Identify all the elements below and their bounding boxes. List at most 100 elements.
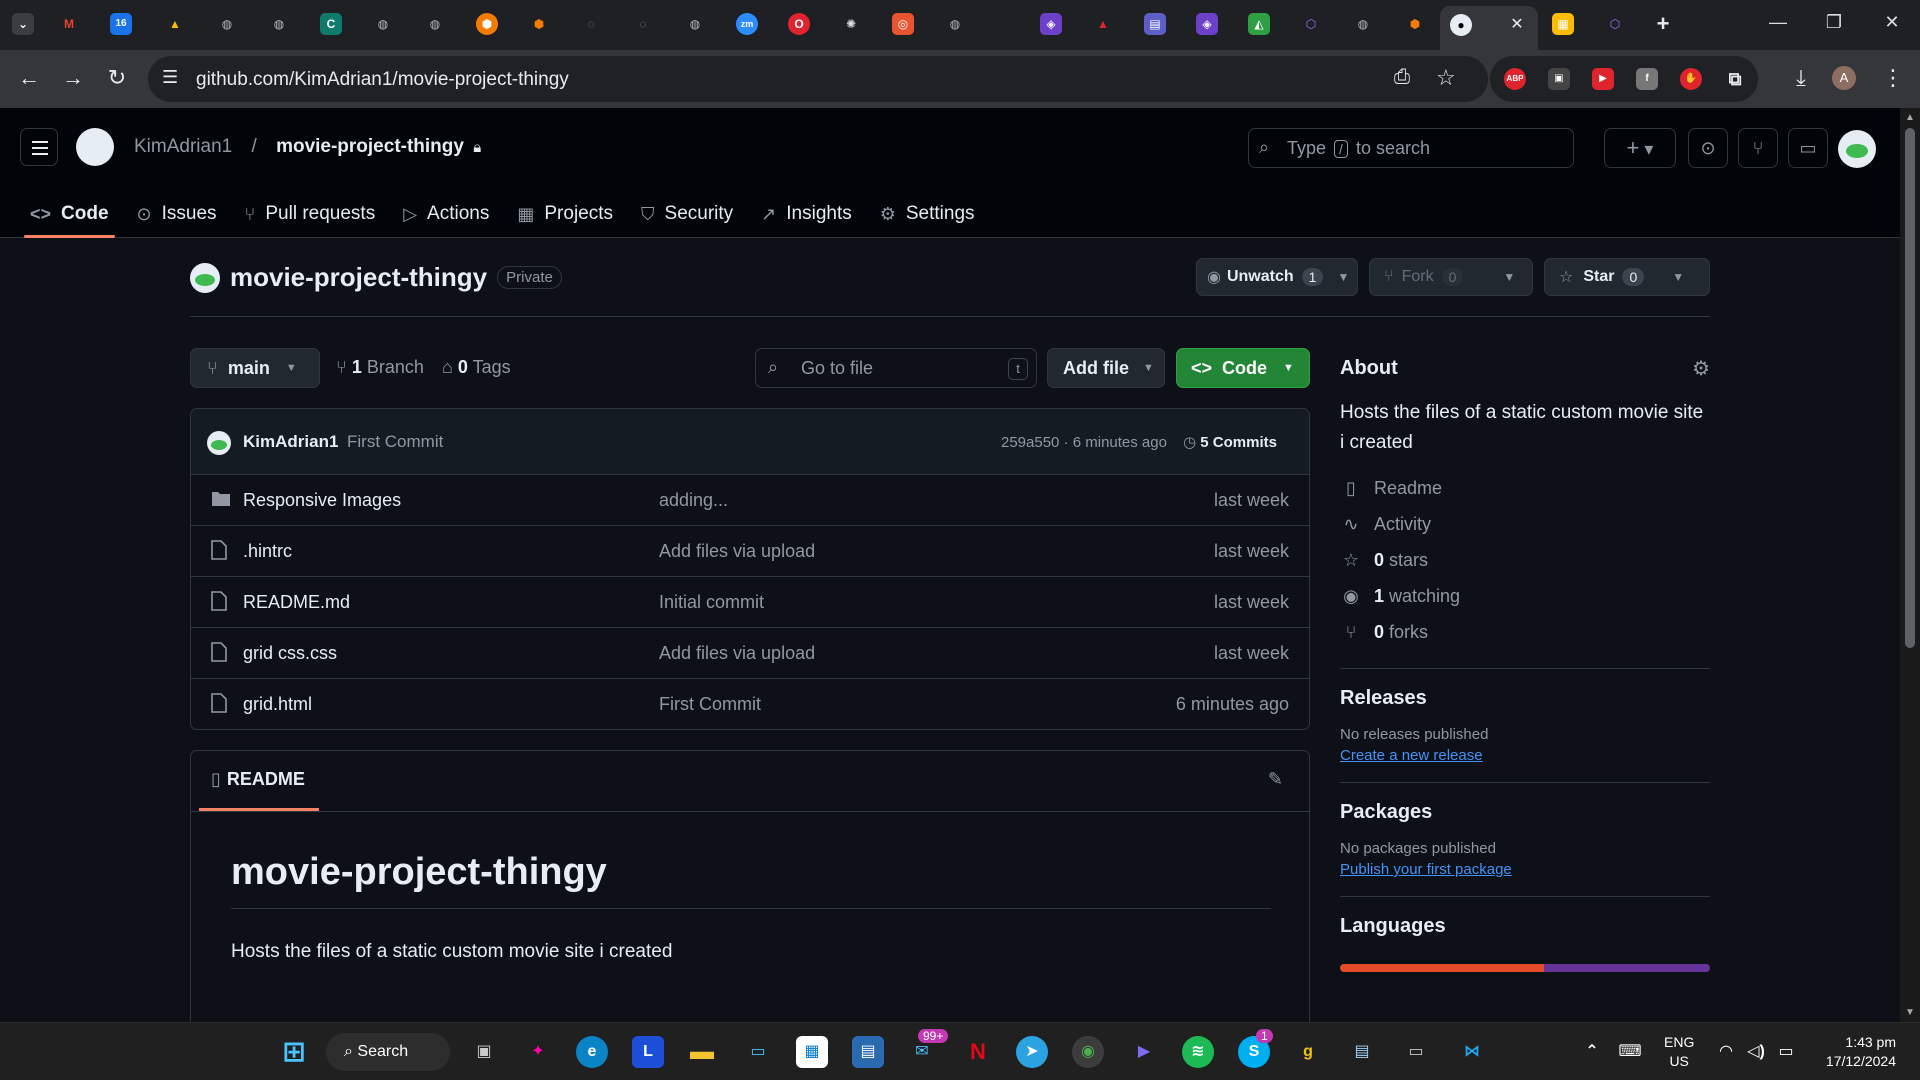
wifi-icon[interactable]: ◠ xyxy=(1710,1036,1742,1068)
tab-security[interactable]: ⛉ Security xyxy=(627,190,747,238)
globe-tab-icon[interactable]: ◍ xyxy=(424,13,446,35)
notepad-icon[interactable]: ▤ xyxy=(1346,1036,1378,1068)
forks-link[interactable]: ⑂ 0 forks xyxy=(1340,614,1710,650)
opera-tab-icon[interactable]: O xyxy=(788,13,810,35)
tab-insights[interactable]: ↗ Insights xyxy=(747,190,866,238)
git-icon[interactable]: g xyxy=(1292,1036,1324,1068)
create-new-button[interactable]: + ▾ xyxy=(1604,128,1676,168)
task-view-icon[interactable]: ▣ xyxy=(468,1036,500,1068)
drive-tab-icon[interactable]: ▲ xyxy=(164,13,186,35)
file-commit-message[interactable]: adding... xyxy=(659,490,728,511)
owner-link[interactable]: KimAdrian1 xyxy=(134,136,232,157)
gmail-tab-icon[interactable]: M xyxy=(58,13,80,35)
readme-link[interactable]: ▯ Readme xyxy=(1340,470,1710,506)
globe-tab-icon[interactable]: ◍ xyxy=(372,13,394,35)
tab-pull-requests[interactable]: ⑂ Pull requests xyxy=(231,190,390,238)
file-name[interactable]: .hintrc xyxy=(243,541,292,562)
author-avatar[interactable] xyxy=(207,431,231,455)
calendar-tab-icon[interactable]: 16 xyxy=(110,13,132,35)
file-name[interactable]: grid css.css xyxy=(243,643,337,664)
app-tab-icon[interactable]: ▲ xyxy=(1092,13,1114,35)
minimize-icon[interactable]: — xyxy=(1758,12,1798,33)
file-explorer-icon[interactable]: ▬ xyxy=(686,1036,718,1068)
battery-icon[interactable]: ▭ xyxy=(1770,1036,1802,1068)
extension-icon[interactable]: ▣ xyxy=(1548,68,1570,90)
app-icon[interactable]: ▤ xyxy=(852,1036,884,1068)
active-tab[interactable]: ● ✕ xyxy=(1440,6,1538,50)
file-commit-message[interactable]: Initial commit xyxy=(659,592,764,613)
extension-icon[interactable]: f xyxy=(1636,68,1658,90)
commit-author[interactable]: KimAdrian1 xyxy=(243,432,338,452)
file-name[interactable]: grid.html xyxy=(243,694,312,715)
show-hidden-icons[interactable]: ⌃ xyxy=(1576,1036,1608,1068)
hex-tab-icon[interactable]: ⬢ xyxy=(476,13,498,35)
tab-actions[interactable]: ▷ Actions xyxy=(389,190,503,238)
terminal-icon[interactable]: ▭ xyxy=(1400,1036,1432,1068)
language-indicator[interactable]: ENG US xyxy=(1664,1033,1694,1071)
back-icon[interactable]: ← xyxy=(14,65,44,91)
readme-tab[interactable]: ▯ README xyxy=(199,751,319,811)
taskbar-search[interactable]: ⌕ Search xyxy=(326,1033,450,1071)
code-button[interactable]: <> Code ▼ xyxy=(1176,348,1310,388)
download-icon[interactable]: ⤓ xyxy=(1786,65,1816,91)
site-info-icon[interactable]: ☰ xyxy=(162,67,178,88)
publish-package-link[interactable]: Publish your first package xyxy=(1340,861,1710,878)
tab-issues[interactable]: ⊙ Issues xyxy=(123,190,231,238)
app-tab-icon[interactable]: ◎ xyxy=(892,13,914,35)
globe-tab-icon[interactable]: ◍ xyxy=(216,13,238,35)
vscode-icon[interactable]: ⋈ xyxy=(1456,1036,1488,1068)
issues-icon[interactable]: ⊙ xyxy=(1688,128,1728,168)
file-row[interactable]: grid css.css Add files via upload last w… xyxy=(191,628,1309,679)
scroll-thumb[interactable] xyxy=(1905,128,1915,648)
app-tab-icon[interactable]: ▦ xyxy=(1552,13,1574,35)
chrome-icon[interactable]: ◉ xyxy=(1072,1036,1104,1068)
hamburger-menu-icon[interactable] xyxy=(20,128,58,166)
clock[interactable]: 1:43 pm 17/12/2024 xyxy=(1810,1033,1896,1071)
fork-button[interactable]: ⑂ Fork 0 ▼ xyxy=(1369,258,1533,296)
activity-link[interactable]: ∿ Activity xyxy=(1340,506,1710,542)
user-avatar[interactable] xyxy=(1838,130,1876,168)
scroll-up-icon[interactable]: ▲ xyxy=(1905,112,1915,123)
keyboard-icon[interactable]: ⌨ xyxy=(1614,1036,1646,1068)
inbox-icon[interactable]: ▭ xyxy=(1788,128,1828,168)
create-release-link[interactable]: Create a new release xyxy=(1340,747,1710,764)
telegram-icon[interactable]: ➤ xyxy=(1016,1036,1048,1068)
page-scrollbar[interactable]: ▲ ▼ xyxy=(1900,108,1920,1022)
bookmark-star-icon[interactable]: ☆ xyxy=(1436,65,1456,91)
tab-search-icon[interactable]: ⌄ xyxy=(12,13,34,35)
zoom-tab-icon[interactable]: zm xyxy=(736,13,758,35)
browser-menu-icon[interactable]: ⋮ xyxy=(1878,65,1908,91)
branches-link[interactable]: ⑂ 1 Branch xyxy=(336,357,424,378)
restore-icon[interactable]: ❐ xyxy=(1814,12,1854,33)
windows-start-icon[interactable]: ⊞ xyxy=(278,1036,310,1068)
install-icon[interactable]: ⎙ xyxy=(1394,66,1410,89)
extension-icon[interactable]: ▶ xyxy=(1592,68,1614,90)
unwatch-button[interactable]: ◉ Unwatch 1 ▼ xyxy=(1196,258,1358,296)
monitor-icon[interactable]: ▭ xyxy=(742,1036,774,1068)
stars-link[interactable]: ☆ 0 stars xyxy=(1340,542,1710,578)
repo-link[interactable]: movie-project-thingy xyxy=(276,136,464,157)
packages-title[interactable]: Packages xyxy=(1340,801,1710,824)
file-commit-message[interactable]: Add files via upload xyxy=(659,541,815,562)
volume-icon[interactable]: ◁) xyxy=(1740,1036,1772,1068)
loading-tab-icon[interactable]: ◌ xyxy=(580,13,602,35)
file-row[interactable]: Responsive Images adding... last week xyxy=(191,475,1309,526)
star-button[interactable]: ☆ Star 0 ▼ xyxy=(1544,258,1710,296)
profile-icon[interactable]: A xyxy=(1832,66,1856,90)
spotify-icon[interactable]: ≋ xyxy=(1182,1036,1214,1068)
file-row[interactable]: .hintrc Add files via upload last week xyxy=(191,526,1309,577)
tab-projects[interactable]: ▦ Projects xyxy=(503,190,627,238)
edit-pencil-icon[interactable]: ✎ xyxy=(1268,769,1283,790)
globe-tab-icon[interactable]: ◍ xyxy=(944,13,966,35)
forward-icon[interactable]: → xyxy=(58,65,88,91)
file-row[interactable]: README.md Initial commit last week xyxy=(191,577,1309,628)
cube-tab-icon[interactable]: ⬡ xyxy=(1604,13,1626,35)
close-tab-icon[interactable]: ✕ xyxy=(1506,14,1528,36)
tab-code[interactable]: <> Code xyxy=(16,190,123,238)
cube-tab-icon[interactable]: ⬡ xyxy=(1300,13,1322,35)
chatgpt-tab-icon[interactable]: ✺ xyxy=(840,13,862,35)
gear-icon[interactable]: ⚙ xyxy=(1692,356,1710,381)
file-commit-message[interactable]: Add files via upload xyxy=(659,643,815,664)
go-to-file-input[interactable]: ⌕ Go to file t xyxy=(755,348,1037,388)
edge-icon[interactable]: e xyxy=(576,1036,608,1068)
